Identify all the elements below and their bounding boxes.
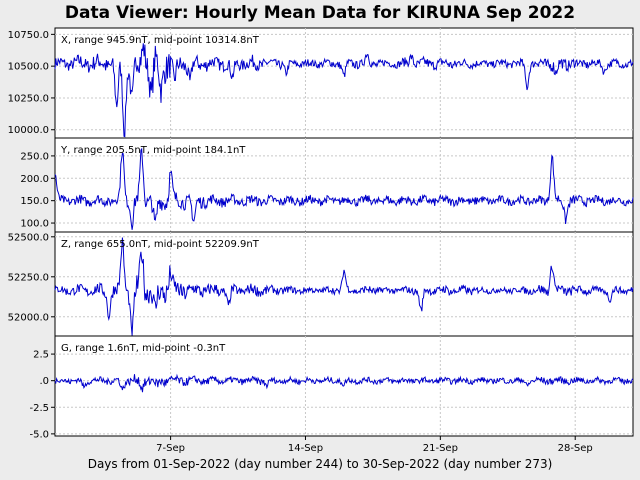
panel-y: 100.0 150.0 200.0 250.0 Y, range 205.5nT, mi… [20,137,634,233]
y-tick-label: -5.0 [29,429,49,440]
x-tick-label: 21-Sep [423,443,458,454]
y-tick-label: 10000.0 [8,125,49,136]
y-tick-label: .0 [39,376,49,387]
panel-label: Z, range 655.0nT, mid-point 52209.9nT [61,239,260,250]
y-tick-label: 10750.0 [8,30,49,41]
panel-g: -5.0 -2.5 .0 2.5 G, range 1.6nT, mid-point -… [29,335,634,454]
y-tick-label: 10500.0 [8,62,49,73]
y-tick-label: 100.0 [20,219,49,230]
y-tick-label: 2.5 [33,350,49,361]
panel-x: 10000.0 10250.0 10500.0 10750.0 X, range 945… [8,27,634,139]
data-viewer-chart: 10000.0 10250.0 10500.0 10750.0 X, range 945… [8,27,634,454]
panel-z: 52000.0 52250.0 52500.0 Z, range 655.0nT, m… [8,231,634,337]
panel-label: X, range 945.9nT, mid-point 10314.8nT [61,35,260,46]
x-axis-label: Days from 01-Sep-2022 (day number 244) t… [87,457,553,471]
panel-label: Y, range 205.5nT, mid-point 184.1nT [60,145,246,156]
x-tick-label: 7-Sep [156,443,185,454]
x-tick-label: 14-Sep [288,443,323,454]
panel-label: G, range 1.6nT, mid-point -0.3nT [61,343,226,354]
y-tick-label: 250.0 [20,151,49,162]
y-tick-label: 200.0 [20,174,49,185]
y-tick-label: 10250.0 [8,93,49,104]
x-tick-label: 28-Sep [558,443,593,454]
y-tick-label: 150.0 [20,196,49,207]
y-tick-label: 52000.0 [8,312,49,323]
y-tick-label: 52500.0 [8,232,49,243]
y-tick-label: 52250.0 [8,272,49,283]
y-tick-label: -2.5 [29,403,49,414]
